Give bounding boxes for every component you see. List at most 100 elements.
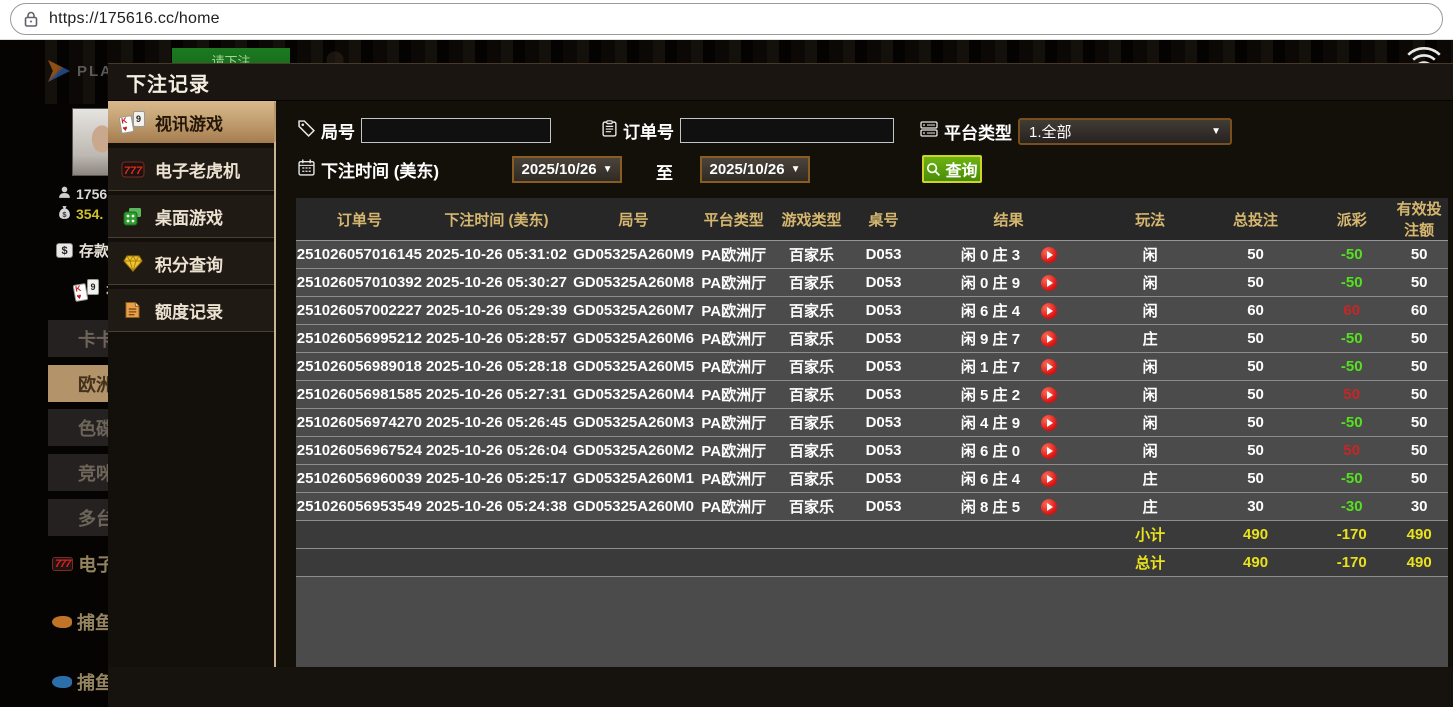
subtotal-row: 小计490-170490 xyxy=(296,521,1448,549)
cell-valid-bet: 50 xyxy=(1390,381,1448,409)
cell-valid-bet: 50 xyxy=(1390,325,1448,353)
deposit-icon: $ xyxy=(56,243,73,258)
tab-slots[interactable]: 777电子老虎机 xyxy=(108,148,274,190)
replay-icon[interactable] xyxy=(1041,247,1057,263)
order-input[interactable] xyxy=(680,118,894,143)
cell-total-bet: 50 xyxy=(1198,381,1313,409)
cell-payout: 50 xyxy=(1313,437,1390,465)
cell-order: 251026056974270 xyxy=(296,409,423,437)
column-header: 结果 xyxy=(915,198,1103,241)
cell-time: 2025-10-26 05:28:18 xyxy=(423,353,570,381)
address-bar[interactable]: https://175616.cc/home xyxy=(10,3,1443,35)
cell-valid-bet: 50 xyxy=(1390,353,1448,381)
replay-icon[interactable] xyxy=(1041,499,1057,515)
tab-video-games[interactable]: 9K♥视讯游戏 xyxy=(108,101,274,143)
to-label: 至 xyxy=(656,159,673,184)
cell-game: 百家乐 xyxy=(771,297,853,325)
column-header: 总投注 xyxy=(1198,198,1313,241)
cell-game: 百家乐 xyxy=(771,241,853,269)
modal-content: 局号 订单号 平台类型 1.全部 ▼ 下注时间 (美东) xyxy=(276,101,1453,667)
total-bet-value: 490 xyxy=(1198,549,1313,577)
tab-label: 电子老虎机 xyxy=(155,157,240,182)
cell-payout: 50 xyxy=(1313,381,1390,409)
column-header: 有效投注额 xyxy=(1390,198,1448,241)
date-from-select[interactable]: 2025/10/26 ▼ xyxy=(512,156,622,183)
cell-time: 2025-10-26 05:24:38 xyxy=(423,493,570,521)
points-icon xyxy=(119,255,146,272)
cell-order: 251026056953549 xyxy=(296,493,423,521)
modal-title: 下注记录 xyxy=(126,68,210,97)
total-valid-bet-value: 490 xyxy=(1390,521,1448,549)
cell-round: GD05325A260M9 xyxy=(570,241,697,269)
cell-result: 闲 6 庄 4 xyxy=(915,297,1103,325)
table-row: 2510260570103922025-10-26 05:30:27GD0532… xyxy=(296,269,1448,297)
cell-valid-bet: 50 xyxy=(1390,465,1448,493)
total-bet-value: 490 xyxy=(1198,521,1313,549)
table-row: 2510260569600392025-10-26 05:25:17GD0532… xyxy=(296,465,1448,493)
cell-game: 百家乐 xyxy=(771,409,853,437)
platform-filter-label: 平台类型 xyxy=(944,119,1012,144)
cell-table: D053 xyxy=(852,381,914,409)
user-id-row: 1756 xyxy=(58,186,107,202)
cell-game: 百家乐 xyxy=(771,353,853,381)
date-to-select[interactable]: 2025/10/26 ▼ xyxy=(700,156,810,183)
cell-table: D053 xyxy=(852,353,914,381)
round-input[interactable] xyxy=(361,118,551,143)
cell-game: 百家乐 xyxy=(771,325,853,353)
fish-icon xyxy=(52,676,72,688)
cell-total-bet: 50 xyxy=(1198,353,1313,381)
tab-table-games[interactable]: 桌面游戏 xyxy=(108,195,274,237)
platform-select[interactable]: 1.全部 ▼ xyxy=(1018,118,1232,145)
cell-valid-bet: 60 xyxy=(1390,297,1448,325)
table-header-row: 订单号下注时间 (美东)局号平台类型游戏类型桌号结果玩法总投注派彩有效投注额 xyxy=(296,198,1448,241)
cell-total-bet: 50 xyxy=(1198,269,1313,297)
cell-play: 闲 xyxy=(1102,409,1198,437)
cell-time: 2025-10-26 05:28:57 xyxy=(423,325,570,353)
cell-platform: PA欧洲厅 xyxy=(697,381,771,409)
slots-777-icon: 777 xyxy=(52,557,73,571)
cell-result: 闲 6 庄 0 xyxy=(915,437,1103,465)
platform-select-value: 1.全部 xyxy=(1029,121,1072,142)
replay-icon[interactable] xyxy=(1041,359,1057,375)
balance-value: 354. xyxy=(76,206,103,222)
tab-points[interactable]: 积分查询 xyxy=(108,242,274,284)
replay-icon[interactable] xyxy=(1041,443,1057,459)
cell-table: D053 xyxy=(852,437,914,465)
replay-icon[interactable] xyxy=(1041,415,1057,431)
cell-total-bet: 50 xyxy=(1198,409,1313,437)
date-from-value: 2025/10/26 xyxy=(522,161,597,178)
date-to-value: 2025/10/26 xyxy=(710,161,785,178)
replay-icon[interactable] xyxy=(1041,387,1057,403)
replay-icon[interactable] xyxy=(1041,331,1057,347)
cell-play: 庄 xyxy=(1102,325,1198,353)
tab-label: 额度记录 xyxy=(155,298,223,323)
cell-order: 251026056981585 xyxy=(296,381,423,409)
cell-order: 251026057016145 xyxy=(296,241,423,269)
cell-platform: PA欧洲厅 xyxy=(697,353,771,381)
replay-icon[interactable] xyxy=(1041,471,1057,487)
cell-order: 251026056995212 xyxy=(296,325,423,353)
tab-credit[interactable]: 额度记录 xyxy=(108,289,274,331)
table-row: 2510260569675242025-10-26 05:26:04GD0532… xyxy=(296,437,1448,465)
modal-sidebar-tabs: 9K♥视讯游戏 777电子老虎机桌面游戏积分查询额度记录 xyxy=(108,101,276,667)
cell-platform: PA欧洲厅 xyxy=(697,297,771,325)
cell-table: D053 xyxy=(852,269,914,297)
replay-icon[interactable] xyxy=(1041,303,1057,319)
table-row: 2510260569815852025-10-26 05:27:31GD0532… xyxy=(296,381,1448,409)
cell-time: 2025-10-26 05:26:04 xyxy=(423,437,570,465)
cell-table: D053 xyxy=(852,325,914,353)
cell-platform: PA欧洲厅 xyxy=(697,465,771,493)
search-button[interactable]: 查询 xyxy=(922,155,982,183)
column-header: 局号 xyxy=(570,198,697,241)
cell-game: 百家乐 xyxy=(771,381,853,409)
replay-icon[interactable] xyxy=(1041,275,1057,291)
chevron-down-icon: ▼ xyxy=(1211,126,1221,137)
url-text[interactable]: https://175616.cc/home xyxy=(49,10,220,28)
cell-payout: -50 xyxy=(1313,353,1390,381)
deposit-button[interactable]: $ 存款 xyxy=(56,240,109,261)
table-row: 2510260569952122025-10-26 05:28:57GD0532… xyxy=(296,325,1448,353)
cell-result: 闲 0 庄 9 xyxy=(915,269,1103,297)
cell-round: GD05325A260M6 xyxy=(570,325,697,353)
cell-game: 百家乐 xyxy=(771,437,853,465)
cell-platform: PA欧洲厅 xyxy=(697,325,771,353)
